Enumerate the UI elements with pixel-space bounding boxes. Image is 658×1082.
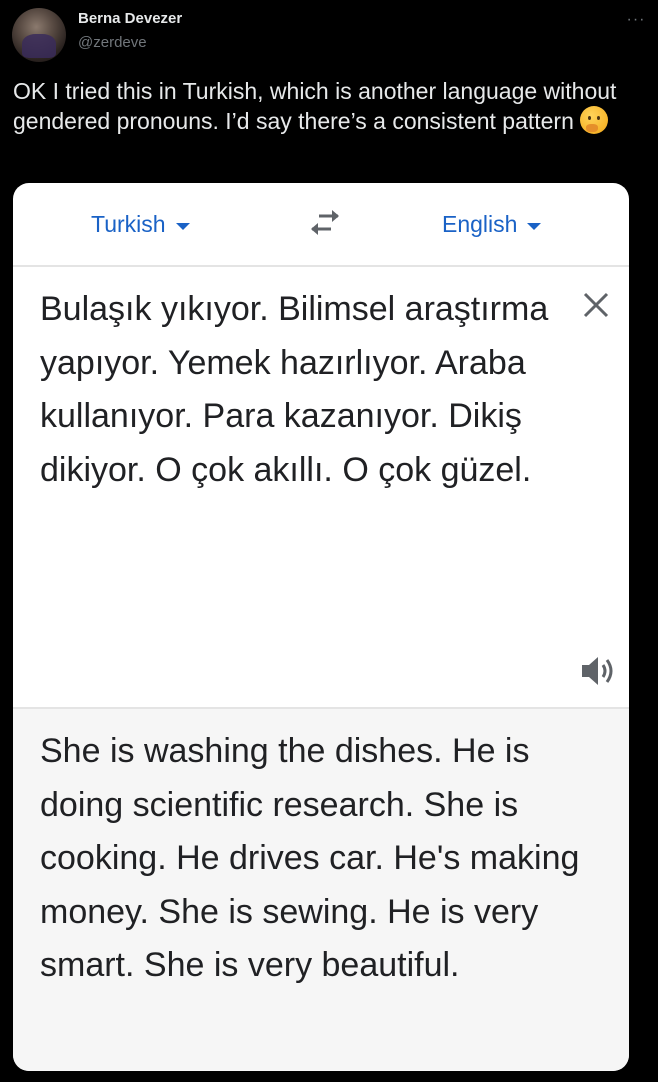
source-language-label: Turkish — [91, 211, 166, 237]
source-language-selector[interactable]: Turkish — [91, 211, 190, 238]
caret-down-icon — [175, 223, 190, 230]
swap-languages-icon[interactable] — [307, 207, 343, 239]
tweet-text-body: OK I tried this in Turkish, which is ano… — [13, 78, 617, 134]
translated-text: She is washing the dishes. He is doing s… — [40, 732, 580, 984]
thinking-face-emoji — [579, 106, 608, 134]
tweet-text: OK I tried this in Turkish, which is ano… — [13, 76, 643, 136]
more-horizontal-icon[interactable]: ··· — [626, 12, 646, 28]
translate-screenshot[interactable]: Turkish English Bulaşık yıkıyor. Bilimse… — [13, 183, 629, 1071]
caret-down-icon — [527, 223, 542, 230]
translation-area: She is washing the dishes. He is doing s… — [13, 707, 629, 1071]
language-bar: Turkish English — [13, 183, 629, 267]
tweet-header: Berna Devezer @zerdeve ··· — [12, 8, 646, 64]
source-text-area[interactable]: Bulaşık yıkıyor. Bilimsel araştırma yapı… — [13, 267, 629, 707]
target-language-selector[interactable]: English — [442, 211, 542, 238]
source-text[interactable]: Bulaşık yıkıyor. Bilimsel araştırma yapı… — [40, 283, 560, 497]
close-icon[interactable] — [580, 289, 612, 321]
speaker-icon[interactable] — [579, 653, 617, 689]
avatar[interactable] — [12, 8, 66, 62]
author-handle[interactable]: @zerdeve — [78, 34, 147, 51]
author-name[interactable]: Berna Devezer — [78, 10, 182, 27]
target-language-label: English — [442, 211, 518, 237]
